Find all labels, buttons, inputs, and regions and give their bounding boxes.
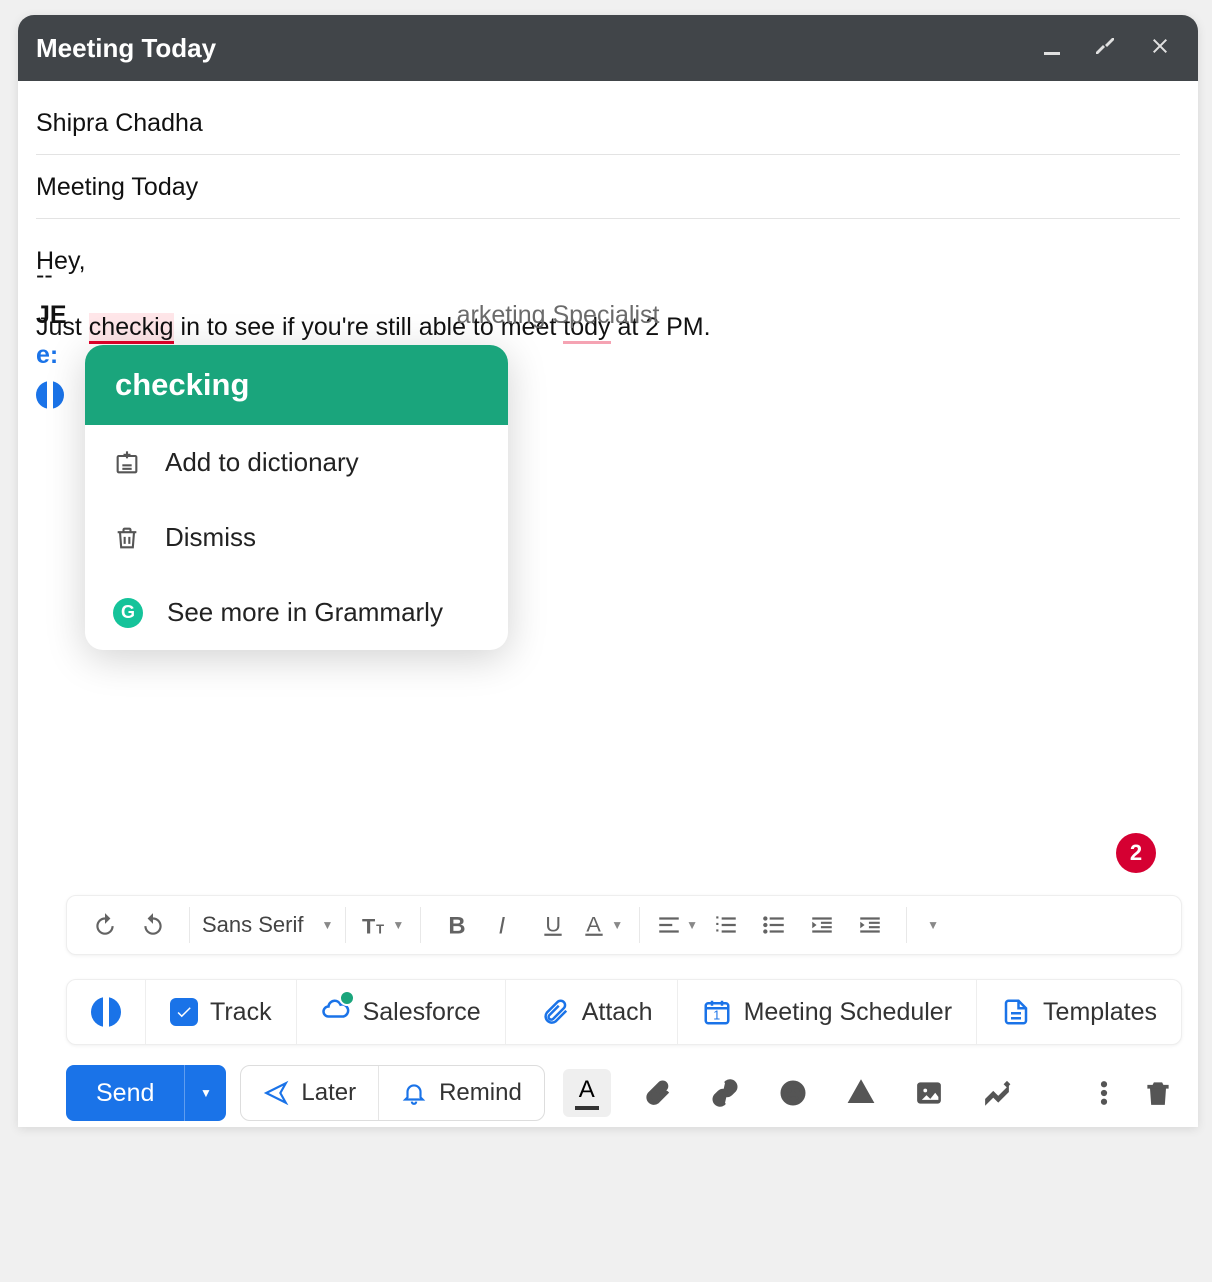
remind-button[interactable]: Remind	[378, 1066, 544, 1120]
text-color-button[interactable]: A ▼	[581, 905, 623, 945]
svg-text:1: 1	[713, 1009, 720, 1023]
templates-item[interactable]: Templates	[977, 980, 1181, 1044]
text-format-toggle-button[interactable]: A	[563, 1069, 611, 1117]
font-family-label: Sans Serif	[202, 912, 304, 938]
signature-name-partial: JE	[36, 295, 67, 335]
align-button[interactable]: ▼	[656, 905, 698, 945]
close-icon[interactable]	[1148, 34, 1172, 63]
send-later-icon	[263, 1080, 289, 1106]
salesforce-label: Salesforce	[363, 998, 481, 1027]
bulleted-list-button[interactable]	[754, 905, 794, 945]
dictionary-icon	[113, 449, 141, 477]
italic-button[interactable]: I	[485, 905, 525, 945]
chevron-down-icon: ▼	[392, 918, 404, 932]
check-badge-icon	[339, 990, 355, 1006]
underline-button[interactable]: U	[533, 905, 573, 945]
svg-text:U: U	[546, 912, 562, 937]
compose-window: Meeting Today Shipra Chadha Meeting Toda…	[18, 15, 1198, 1127]
yesware-logo-icon	[91, 997, 121, 1027]
grammarly-icon: G	[113, 598, 143, 628]
signature-logo-icon	[36, 381, 64, 409]
confidential-mode-button[interactable]	[981, 1077, 1013, 1109]
paperclip-icon	[540, 997, 570, 1027]
signature-role-partial: arketing Specialist	[457, 295, 660, 335]
document-icon	[1001, 997, 1031, 1027]
later-label: Later	[301, 1079, 356, 1107]
chevron-down-icon: ▼	[322, 918, 334, 932]
drive-button[interactable]	[845, 1077, 877, 1109]
numbered-list-button[interactable]	[706, 905, 746, 945]
grammarly-suggestion[interactable]: checking	[85, 345, 508, 425]
window-title: Meeting Today	[36, 33, 1040, 64]
signature-email-label: e:	[36, 341, 58, 369]
discard-draft-button[interactable]	[1142, 1077, 1174, 1109]
salesforce-item[interactable]: Salesforce	[297, 980, 506, 1044]
trash-icon	[113, 524, 141, 552]
formatting-toolbar: Sans Serif ▼ TT ▼ B I U A ▼ ▼	[66, 895, 1182, 955]
svg-text:T: T	[376, 922, 384, 937]
expand-icon[interactable]	[1094, 34, 1118, 63]
dismiss-item[interactable]: Dismiss	[85, 500, 508, 575]
send-button[interactable]: Send	[66, 1065, 184, 1121]
attach-label: Attach	[582, 998, 653, 1027]
calendar-icon: 1	[702, 997, 732, 1027]
attach-item[interactable]: Attach	[516, 980, 678, 1044]
add-to-dictionary-item[interactable]: Add to dictionary	[85, 425, 508, 500]
later-button[interactable]: Later	[241, 1066, 378, 1120]
grammarly-error-count-badge[interactable]: 2	[1116, 833, 1156, 873]
send-dropdown-button[interactable]: ▼	[184, 1065, 226, 1121]
header-fields: Shipra Chadha Meeting Today	[18, 81, 1198, 219]
attach-file-button[interactable]	[641, 1077, 673, 1109]
font-size-button[interactable]: TT ▼	[362, 905, 404, 945]
bold-button[interactable]: B	[437, 905, 477, 945]
minimize-icon[interactable]	[1040, 34, 1064, 63]
grammarly-popup: checking Add to dictionary Dismiss G See…	[85, 345, 508, 650]
more-options-button[interactable]	[1088, 1077, 1120, 1109]
add-to-dictionary-label: Add to dictionary	[165, 447, 359, 478]
signature-separator: --	[36, 255, 659, 295]
see-more-label: See more in Grammarly	[167, 597, 443, 628]
titlebar-controls	[1040, 34, 1172, 63]
dismiss-label: Dismiss	[165, 522, 256, 553]
insert-emoji-button[interactable]	[777, 1077, 809, 1109]
track-toggle[interactable]: Track	[146, 980, 297, 1044]
indent-increase-button[interactable]	[850, 905, 890, 945]
letter-a-icon: A	[579, 1076, 595, 1104]
chevron-down-icon: ▼	[686, 918, 698, 932]
indent-decrease-button[interactable]	[802, 905, 842, 945]
svg-text:A: A	[587, 912, 602, 937]
schedule-chip-bar: Later Remind	[240, 1065, 544, 1121]
templates-label: Templates	[1043, 998, 1157, 1027]
undo-button[interactable]	[85, 905, 125, 945]
svg-text:I: I	[499, 913, 506, 938]
svg-text:T: T	[362, 914, 375, 938]
meeting-scheduler-label: Meeting Scheduler	[744, 998, 952, 1027]
window-titlebar: Meeting Today	[18, 15, 1198, 81]
svg-text:B: B	[449, 913, 466, 938]
redo-button[interactable]	[133, 905, 173, 945]
track-label: Track	[210, 998, 272, 1027]
more-formatting-button[interactable]: ▼	[913, 905, 953, 945]
send-split-button: Send ▼	[66, 1065, 226, 1121]
action-bar: Send ▼ Later Remind A	[66, 1063, 1182, 1123]
bell-icon	[401, 1080, 427, 1106]
extension-toolbar: Track Salesforce Attach 1 Meeting Schedu…	[66, 979, 1182, 1045]
see-more-item[interactable]: G See more in Grammarly	[85, 575, 508, 650]
chevron-down-icon: ▼	[611, 918, 623, 932]
font-family-select[interactable]: Sans Serif ▼	[196, 912, 339, 938]
insert-photo-button[interactable]	[913, 1077, 945, 1109]
checkbox-checked-icon	[170, 998, 198, 1026]
insert-link-button[interactable]	[709, 1077, 741, 1109]
to-field[interactable]: Shipra Chadha	[36, 91, 1180, 155]
chevron-down-icon: ▼	[927, 918, 939, 932]
remind-label: Remind	[439, 1079, 522, 1107]
yesware-logo-item[interactable]	[67, 980, 146, 1044]
meeting-scheduler-item[interactable]: 1 Meeting Scheduler	[678, 980, 977, 1044]
subject-field[interactable]: Meeting Today	[36, 155, 1180, 219]
